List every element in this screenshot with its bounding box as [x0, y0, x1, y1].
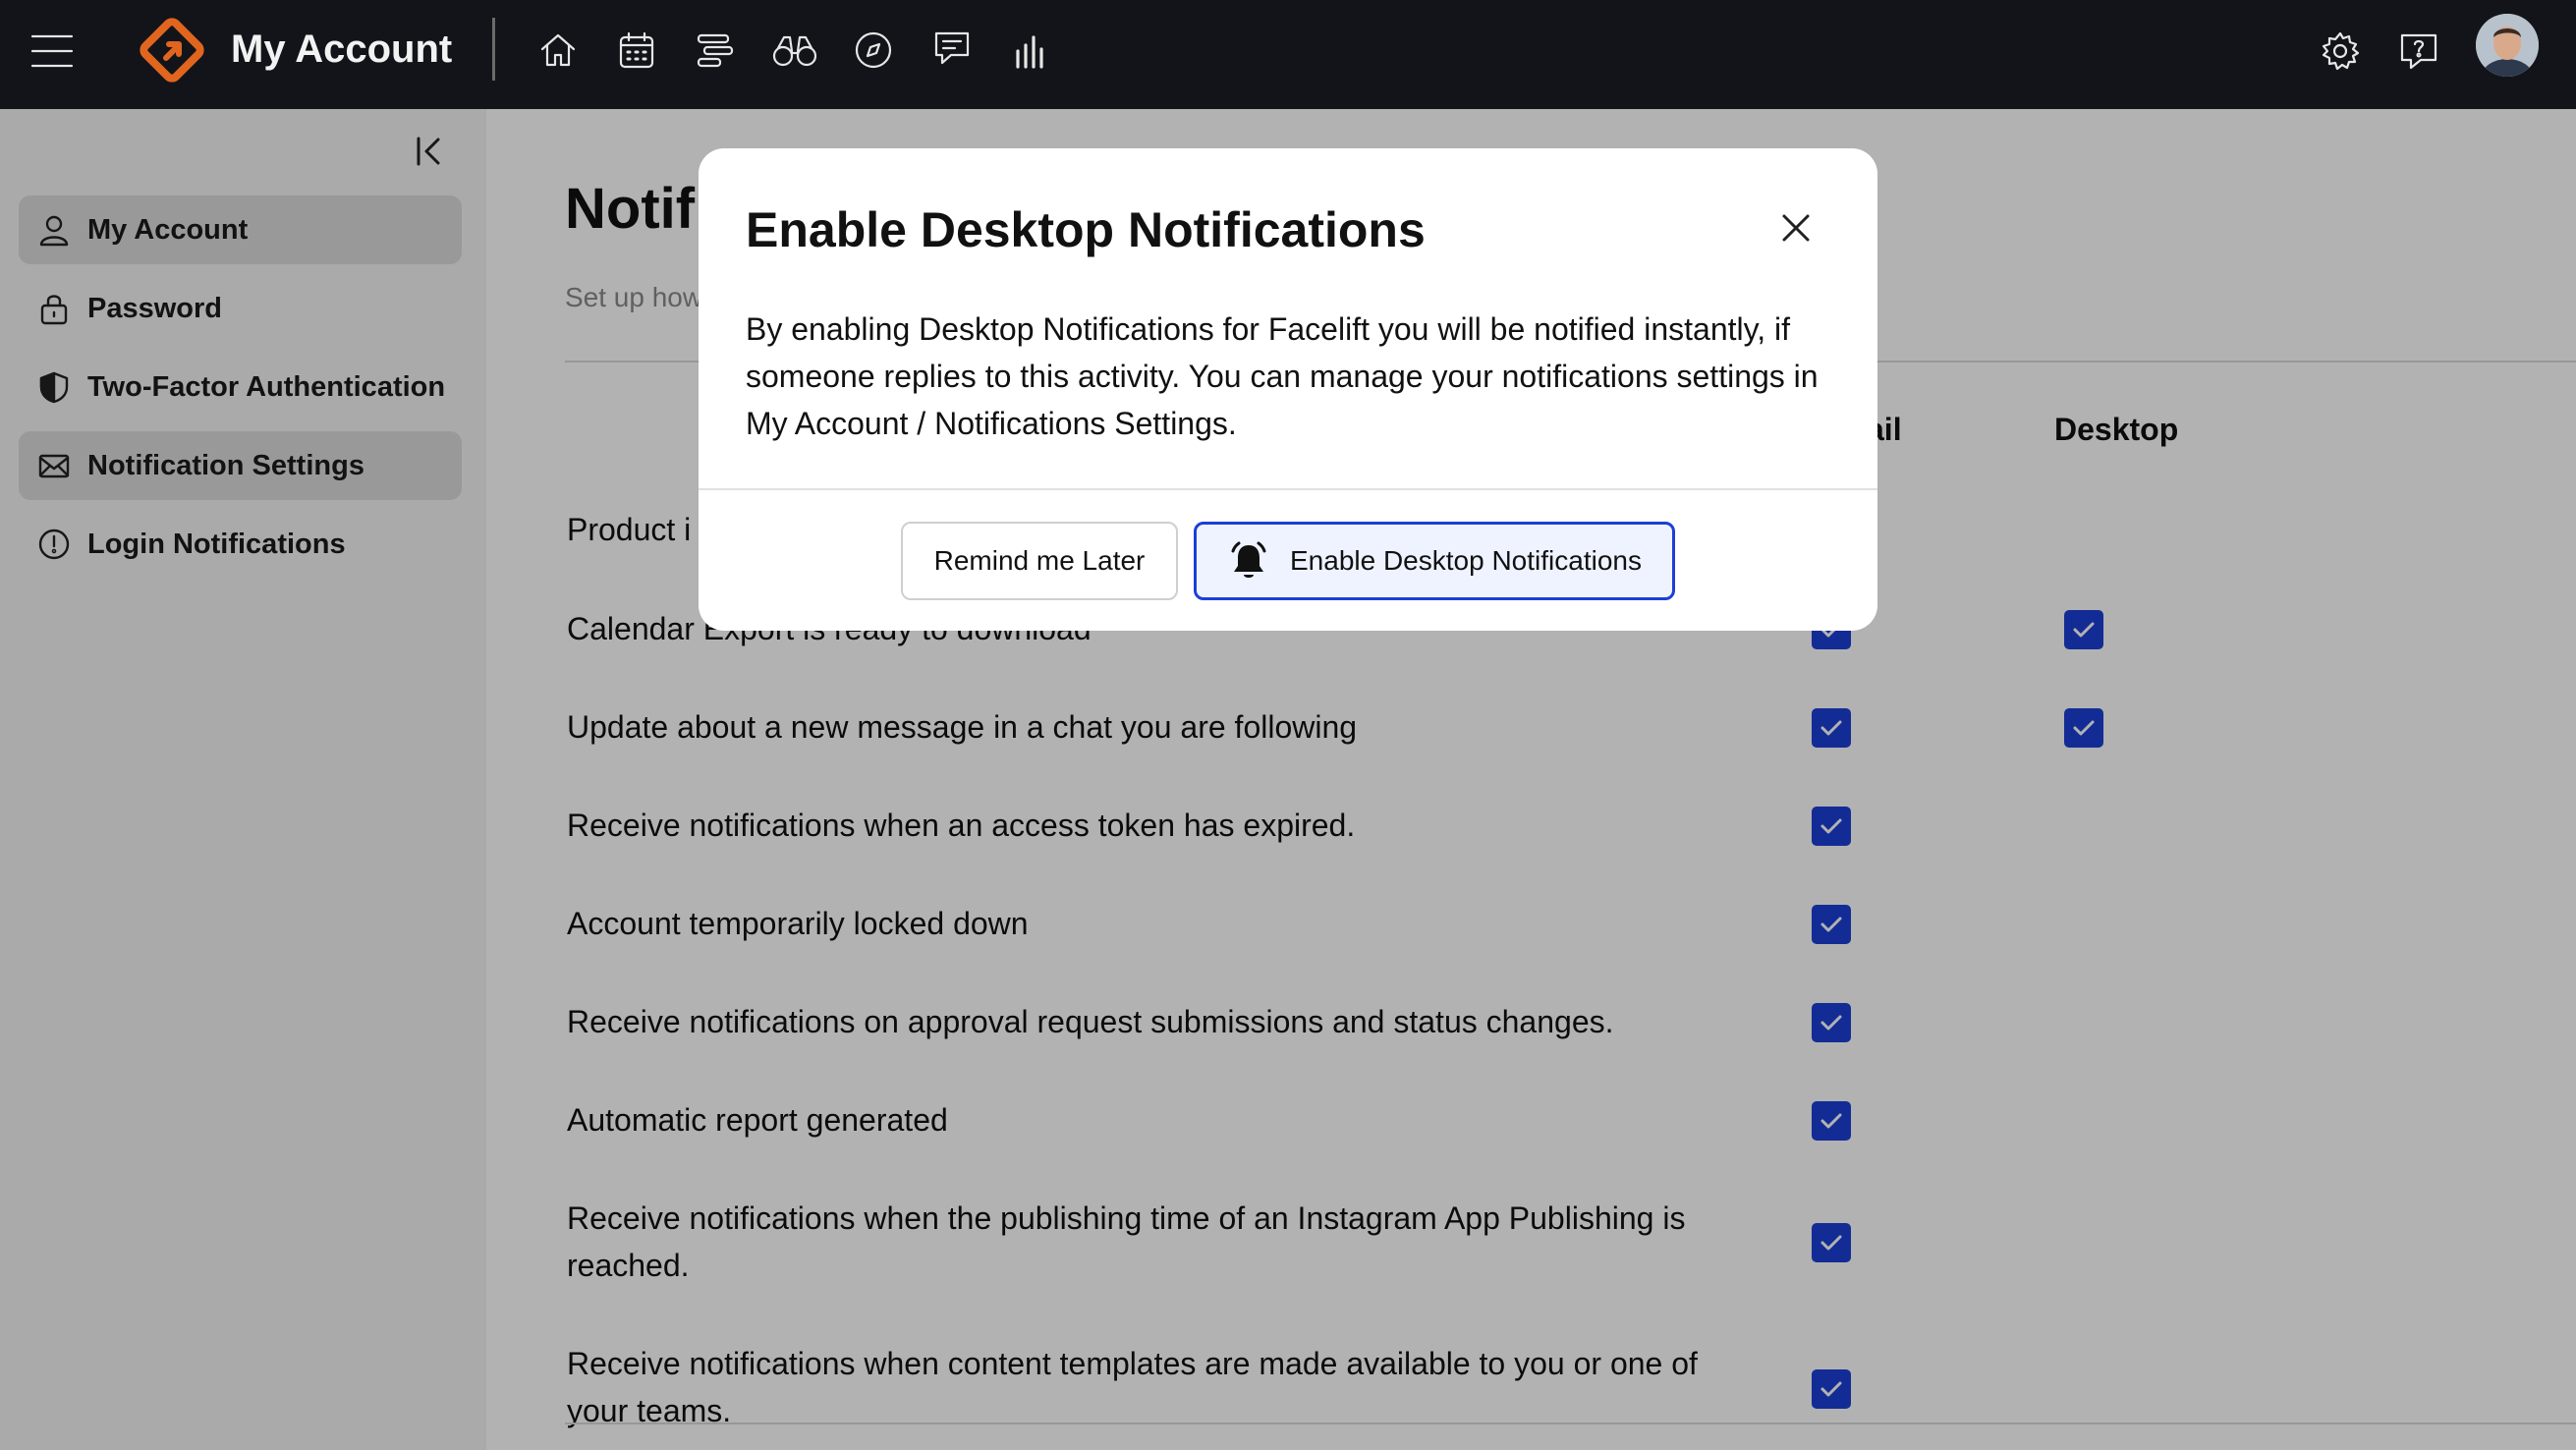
close-icon[interactable]: [1773, 205, 1819, 251]
modal-divider: [699, 488, 1877, 490]
home-icon[interactable]: [535, 28, 581, 73]
app-title: My Account: [231, 28, 453, 71]
tasks-icon[interactable]: [693, 28, 738, 73]
calendar-icon[interactable]: [614, 28, 659, 73]
compass-icon[interactable]: [851, 28, 896, 73]
chat-icon[interactable]: [929, 26, 975, 71]
header-divider: [492, 18, 495, 81]
avatar[interactable]: [2476, 14, 2539, 77]
enable-desktop-notifications-button[interactable]: Enable Desktop Notifications: [1194, 522, 1675, 600]
app-logo-icon[interactable]: [136, 14, 208, 86]
button-label: Remind me Later: [933, 545, 1146, 576]
hamburger-menu-icon[interactable]: [26, 28, 79, 75]
enable-notifications-modal: Enable Desktop Notifications By enabling…: [699, 148, 1877, 631]
bell-icon: [1227, 539, 1270, 583]
modal-body-text: By enabling Desktop Notifications for Fa…: [746, 311, 1819, 441]
settings-icon[interactable]: [2317, 28, 2364, 75]
top-bar: My Account: [0, 0, 2576, 109]
binoculars-icon[interactable]: [769, 28, 820, 73]
button-label: Enable Desktop Notifications: [1290, 545, 1642, 576]
analytics-icon[interactable]: [1008, 28, 1053, 73]
modal-title: Enable Desktop Notifications: [746, 202, 1426, 257]
help-icon[interactable]: [2395, 28, 2442, 75]
remind-me-later-button[interactable]: Remind me Later: [901, 522, 1178, 600]
